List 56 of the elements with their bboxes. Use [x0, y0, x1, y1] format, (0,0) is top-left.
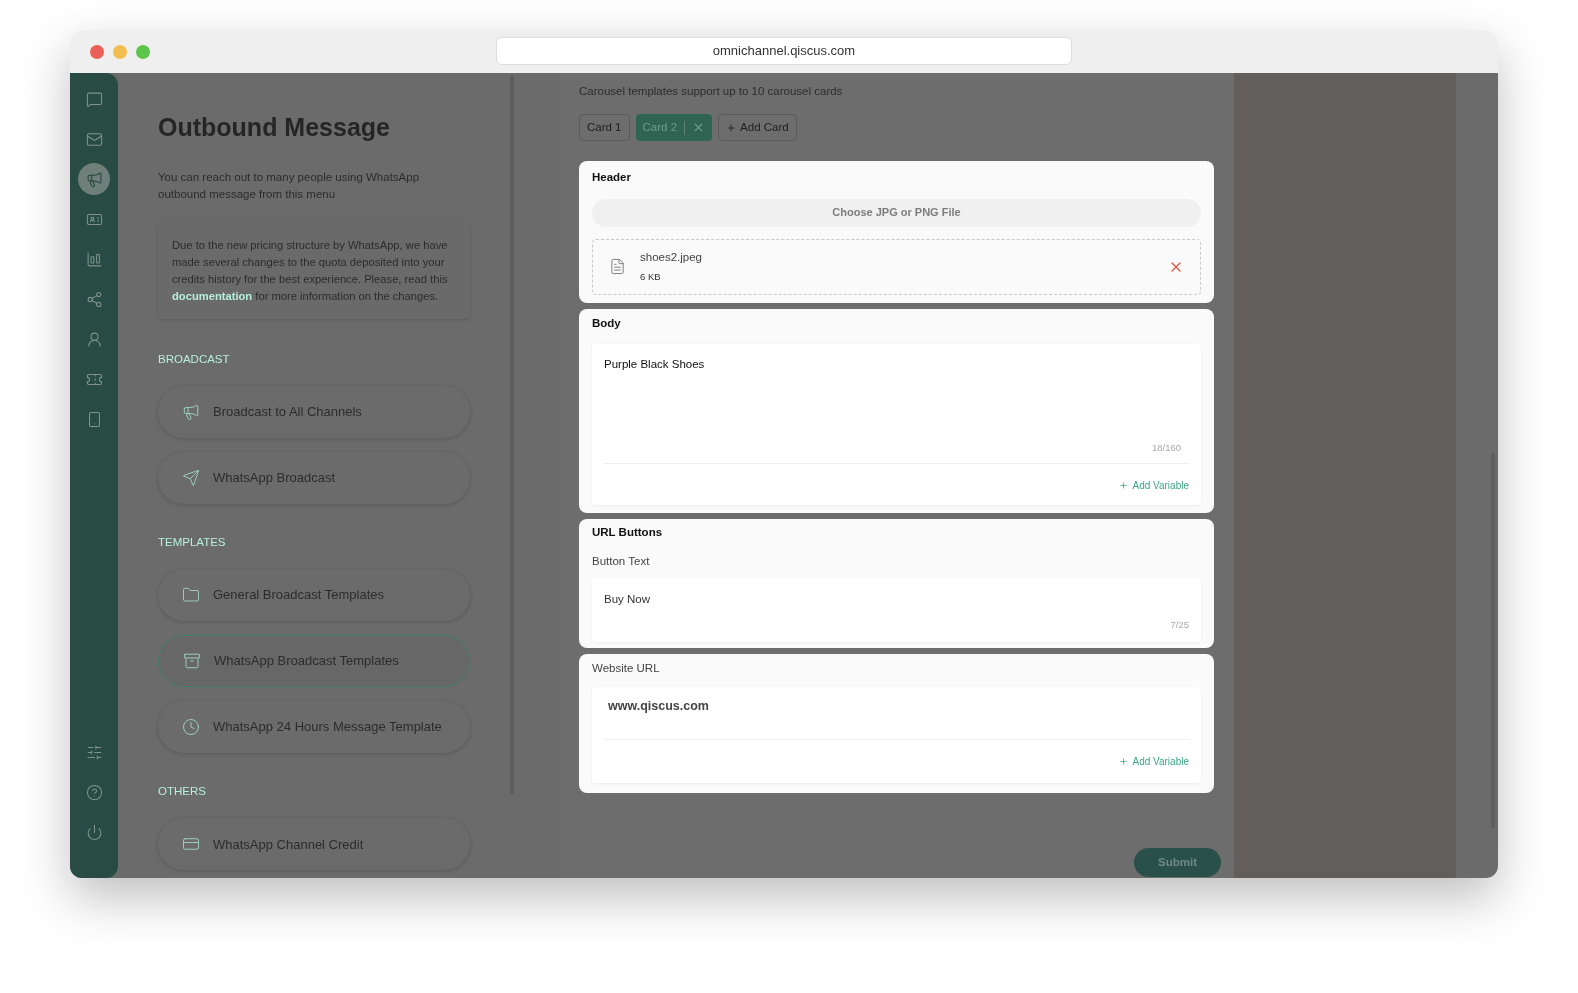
plus-icon	[1119, 481, 1129, 491]
body-text: Purple Black Shoes	[604, 356, 706, 372]
nav-item[interactable]: WhatsApp 24 Hours Message Template	[158, 701, 470, 753]
send-icon	[182, 468, 200, 487]
nav-item[interactable]: WhatsApp Broadcast Templates	[158, 635, 470, 687]
bar-chart-icon	[85, 250, 103, 268]
power-icon	[85, 823, 103, 841]
nav-item[interactable]: WhatsApp Channel Credit	[158, 818, 470, 871]
mail-icon	[85, 130, 103, 148]
help-icon	[85, 783, 103, 801]
button-text-value: Buy Now	[604, 591, 652, 607]
submit-button[interactable]: Submit	[1134, 848, 1221, 878]
file-name: shoes2.jpeg	[640, 250, 704, 266]
page-title: Outbound Message	[158, 112, 391, 143]
archive-icon	[183, 652, 201, 670]
file-icon	[609, 258, 626, 275]
clock-icon	[182, 718, 200, 736]
documentation-link[interactable]: documentation	[172, 289, 253, 302]
intro-text: You can reach out to many people using WhatsApp outbound message from this menu	[158, 169, 421, 202]
section-label: TEMPLATES	[158, 534, 227, 550]
plus-icon	[1119, 757, 1129, 767]
section-label: BROADCAST	[158, 351, 231, 367]
share-icon	[85, 290, 103, 308]
field-label: Button Text	[592, 553, 651, 569]
field-label: Website URL	[592, 661, 661, 677]
body-field[interactable]: Purple Black Shoes 18/160 Add Variable	[592, 343, 1201, 506]
chat-icon	[85, 90, 103, 108]
plus-icon	[726, 122, 737, 133]
card-tab[interactable]: Card 2	[635, 114, 713, 142]
website-value: www.qiscus.com	[608, 697, 710, 715]
nav-item[interactable]: General Broadcast Templates	[158, 569, 470, 621]
section-title: Body	[592, 315, 622, 331]
sliders-icon	[85, 743, 103, 761]
character-count: 18/160	[1151, 441, 1181, 455]
folder-icon	[182, 586, 200, 604]
notice-text: Due to the new pricing structure by WhatsApp, we have made several changes to the quota deposited into your credits history for the best experience. Please, read this documentation for more information on the changes.	[172, 237, 449, 304]
rail-button[interactable]	[78, 163, 110, 195]
nav-item[interactable]: WhatsApp Broadcast	[158, 451, 470, 504]
card-tab[interactable]: Card 1	[579, 114, 630, 142]
file-chooser-button[interactable]: Choose JPG or PNG File	[592, 198, 1201, 227]
section-title: Header	[592, 170, 632, 186]
add-variable-link[interactable]: Add Variable	[1119, 754, 1189, 770]
user-icon	[85, 330, 103, 348]
megaphone-icon	[85, 170, 103, 188]
add-variable-link[interactable]: Add Variable	[1119, 478, 1189, 494]
add-card-button[interactable]: Add Card	[718, 114, 797, 142]
section-label: OTHERS	[158, 784, 207, 799]
website-field[interactable]: www.qiscus.com Add Variable	[592, 686, 1201, 784]
carousel-hint: Carousel templates support up to 10 carousel cards	[579, 84, 844, 99]
button-text-field[interactable]: Buy Now 7/25	[592, 577, 1201, 643]
nav-item[interactable]: Broadcast to All Channels	[158, 385, 470, 438]
section-title: URL Buttons	[592, 525, 664, 541]
file-size: 6 KB	[640, 269, 662, 284]
character-count: 7/25	[1170, 618, 1189, 632]
address-bar[interactable]: omnichannel.qiscus.com	[496, 37, 1072, 65]
megaphone-icon	[182, 402, 200, 421]
